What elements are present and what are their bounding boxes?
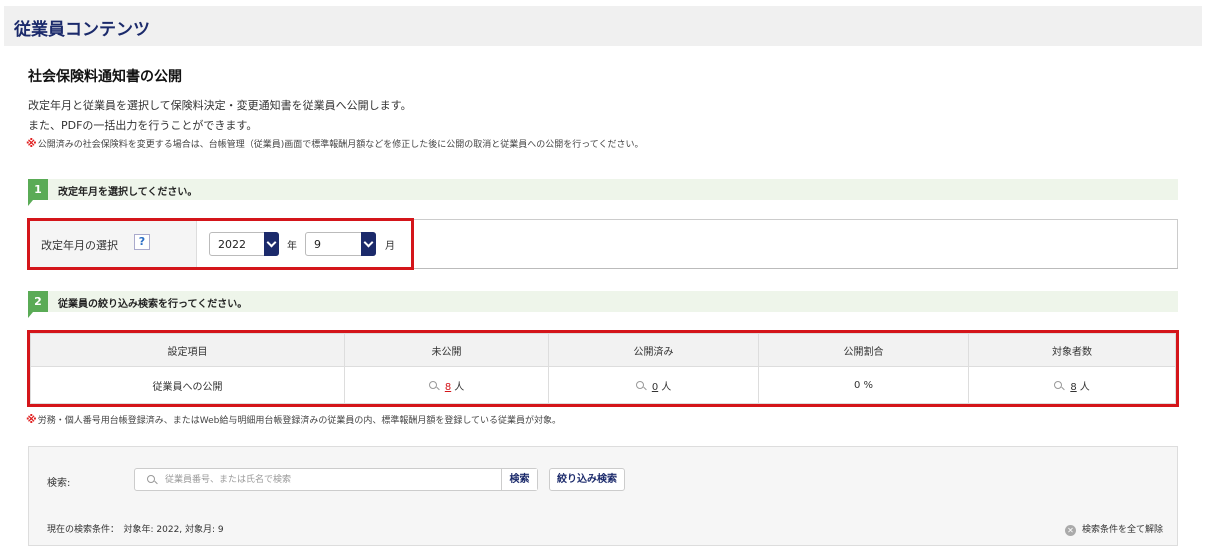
step-1-badge: 1: [28, 179, 48, 206]
clear-icon: ✕: [1064, 525, 1076, 536]
current-search-conditions: 現在の検索条件： 対象年: 2022, 対象月: 9: [47, 525, 224, 535]
target-note-text: 労務・個人番号用台帳登録済み、またはWeb給与明細用台帳登録済みの従業員の内、標…: [37, 416, 562, 426]
highlight-box-summary: [27, 330, 1179, 407]
highlight-box-month: [27, 218, 414, 270]
step-2-text: 従業員の絞り込み検索を行ってください。: [58, 299, 248, 310]
step-2-header: 2 従業員の絞り込み検索を行ってください。: [28, 291, 1178, 318]
app-title: 従業員コンテンツ: [14, 20, 150, 40]
step-1-header: 1 改定年月を選択してください。: [28, 179, 1178, 206]
clear-conditions-label: 検索条件を全て解除: [1081, 525, 1163, 535]
note-text: 公開済みの社会保険料を変更する場合は、台帳管理（従業員)画面で標準報酬月額などを…: [37, 140, 644, 150]
page-description-1: 改定年月と従業員を選択して保険料決定・変更通知書を従業員へ公開します。: [28, 99, 412, 112]
filter-search-button[interactable]: 絞り込み検索: [549, 468, 625, 491]
search-icon: [147, 475, 157, 485]
search-label: 検索:: [47, 478, 71, 489]
search-box: 検索: [134, 468, 538, 491]
page-description-2: また、PDFの一括出力を行うことができます。: [28, 119, 258, 132]
note-mark: ※: [26, 413, 37, 426]
step-2-badge: 2: [28, 291, 48, 318]
clear-conditions-link[interactable]: ✕ 検索条件を全て解除: [1064, 522, 1163, 536]
search-button[interactable]: 検索: [501, 469, 537, 490]
app-header: 従業員コンテンツ: [4, 6, 1202, 46]
search-input[interactable]: [165, 473, 500, 487]
page-title: 社会保険料通知書の公開: [28, 69, 182, 85]
step-1-text: 改定年月を選択してください。: [58, 187, 198, 198]
target-note: ※労務・個人番号用台帳登録済み、またはWeb給与明細用台帳登録済みの従業員の内、…: [26, 413, 561, 426]
page-note: ※公開済みの社会保険料を変更する場合は、台帳管理（従業員)画面で標準報酬月額など…: [26, 137, 644, 150]
note-mark: ※: [26, 137, 37, 150]
search-panel: 検索: 検索 絞り込み検索 現在の検索条件： 対象年: 2022, 対象月: 9…: [28, 446, 1178, 546]
